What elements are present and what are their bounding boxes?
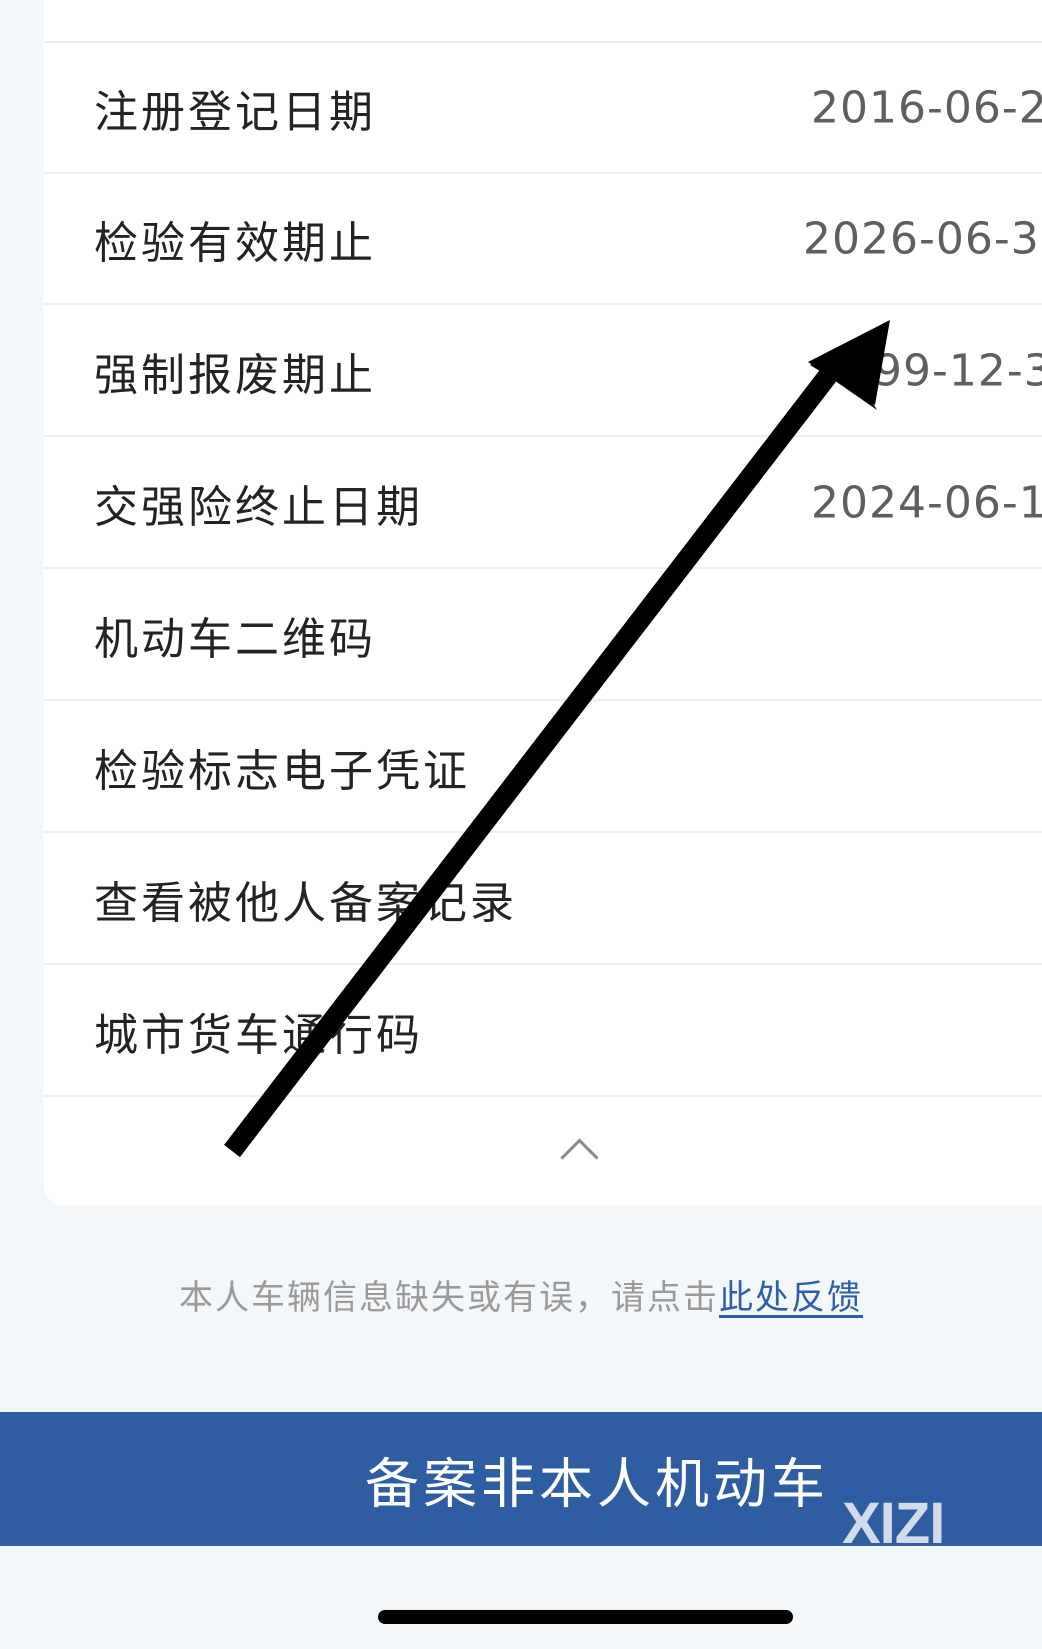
row-value: 2026-06-3 bbox=[803, 213, 1040, 264]
feedback-link[interactable]: 此处反馈 bbox=[719, 1278, 863, 1318]
row-label: 检验标志电子凭证 bbox=[94, 745, 470, 797]
row-label: 机动车二维码 bbox=[94, 613, 376, 665]
list-item-inspection-expiry[interactable]: 检验有效期止 2026-06-3 bbox=[44, 174, 1042, 305]
row-label: 检验有效期止 bbox=[94, 217, 376, 269]
list-item-truck-pass[interactable]: 城市货车通行码 bbox=[44, 966, 1042, 1097]
feedback-notice: 本人车辆信息缺失或有误，请点击此处反馈 bbox=[0, 1270, 1042, 1319]
row-label: 注册登记日期 bbox=[94, 86, 376, 138]
feedback-text: 本人车辆信息缺失或有误，请点击 bbox=[179, 1278, 719, 1318]
row-label: 查看被他人备案记录 bbox=[94, 877, 517, 929]
list-item-filing-records[interactable]: 查看被他人备案记录 bbox=[44, 834, 1042, 965]
row-value: 2016-06-2 bbox=[811, 82, 1042, 133]
row-value: 2024-06-1 bbox=[811, 477, 1042, 528]
list-item-insurance-end[interactable]: 交强险终止日期 2024-06-1 bbox=[44, 438, 1042, 569]
watermark-logo: XIZI bbox=[842, 1491, 945, 1556]
row-label: 交强险终止日期 bbox=[94, 481, 423, 533]
list-item-inspection-certificate[interactable]: 检验标志电子凭证 bbox=[44, 702, 1042, 833]
list-item-partial[interactable] bbox=[44, 0, 1042, 43]
row-label: 强制报废期止 bbox=[94, 349, 376, 401]
chevron-up-icon[interactable] bbox=[560, 1138, 599, 1177]
list-item-register-date[interactable]: 注册登记日期 2016-06-2 bbox=[44, 43, 1042, 174]
list-item-scrap-deadline[interactable]: 强制报废期止 99-12-3 bbox=[44, 306, 1042, 437]
home-indicator[interactable] bbox=[378, 1610, 793, 1624]
register-other-vehicle-label: 备案非本人机动车 bbox=[365, 1454, 829, 1515]
row-label: 城市货车通行码 bbox=[94, 1009, 423, 1061]
row-value: 99-12-3 bbox=[874, 345, 1042, 396]
collapse-toggle[interactable] bbox=[44, 1099, 1042, 1204]
list-item-vehicle-qr[interactable]: 机动车二维码 bbox=[44, 570, 1042, 701]
